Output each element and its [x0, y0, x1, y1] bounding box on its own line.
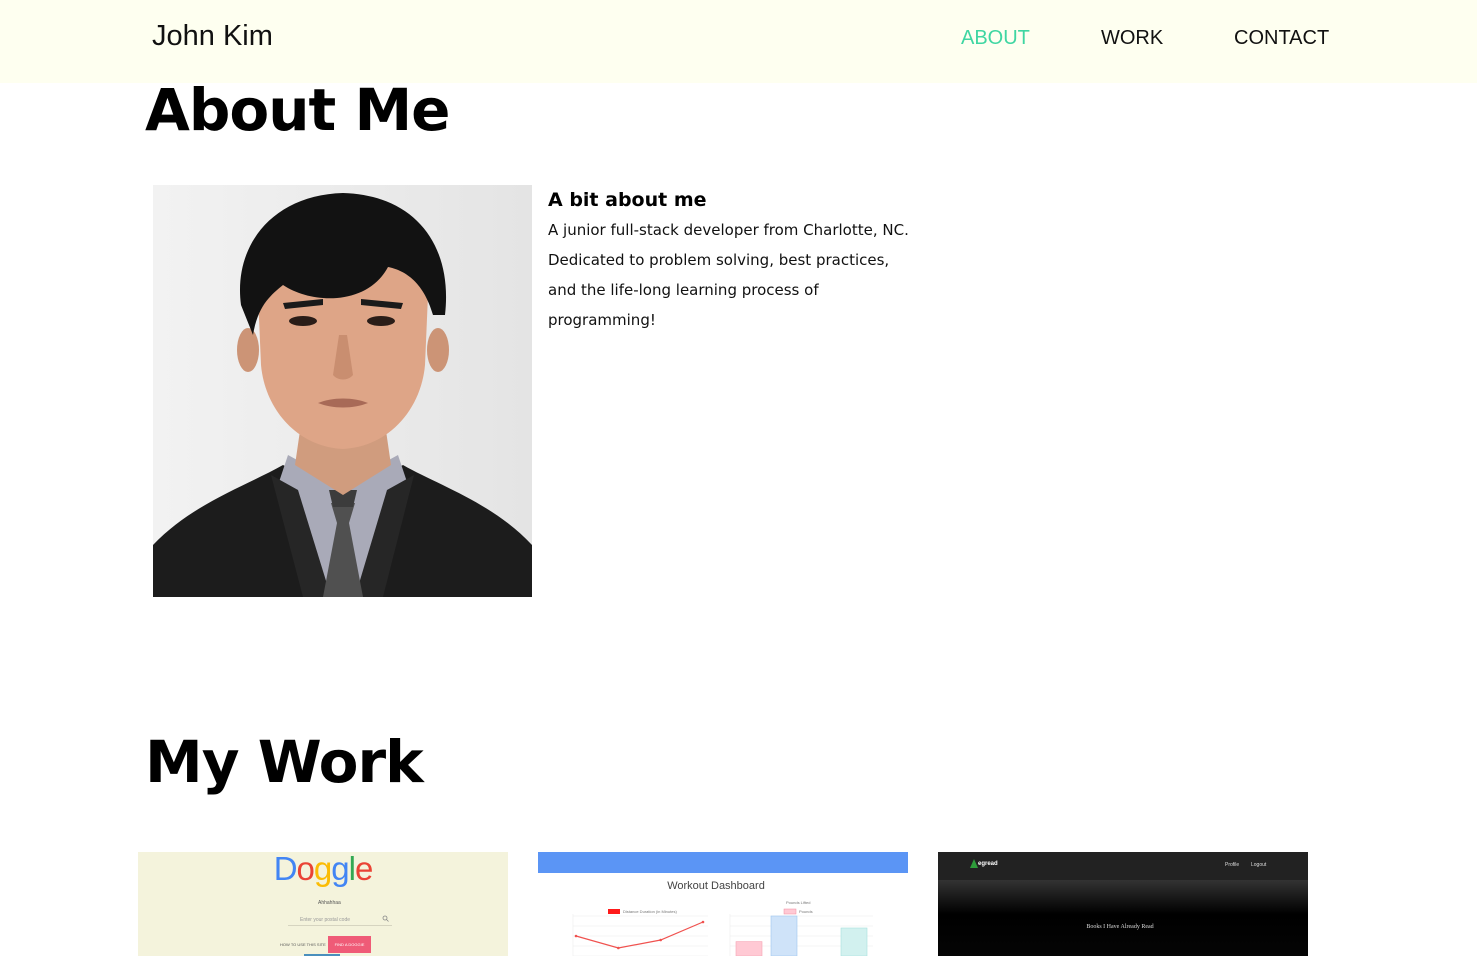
line-point: [701, 920, 705, 924]
profile-portrait: [153, 185, 532, 597]
project-card-doggle[interactable]: Doggle Ahhahhaa Enter your postal code H…: [138, 852, 508, 956]
line-point: [617, 946, 620, 950]
tree-icon: [970, 859, 978, 868]
bar-legend-label: Pounds: [799, 909, 813, 914]
project-card-egread[interactable]: egread Profile Logout Books I Have Alrea…: [938, 852, 1308, 956]
line-point: [574, 934, 578, 938]
line-chart: [574, 920, 705, 950]
doggle-logo-letter: D: [273, 852, 298, 887]
navbar: John Kim ABOUT WORK CONTACT: [0, 0, 1477, 83]
doggle-logo-letter: e: [354, 852, 373, 887]
egread-hero: [938, 880, 1308, 956]
doggle-logo: Doggle: [138, 852, 508, 886]
doggle-help-link[interactable]: HOW TO USE THIS SITE: [280, 942, 326, 947]
about-section-title: About Me: [145, 76, 451, 144]
egread-profile-link[interactable]: Profile: [1225, 862, 1239, 868]
search-icon: [382, 915, 389, 922]
bar: [770, 915, 798, 956]
bio-heading: A bit about me: [548, 189, 707, 211]
bar-legend-swatch: [783, 908, 797, 915]
workout-dashboard-charts: Distance Duration (in Minutes) Pounds Li…: [572, 900, 873, 956]
doggle-find-button[interactable]: FIND A DOGGIE: [328, 936, 371, 953]
nav-link-contact[interactable]: CONTACT: [1234, 27, 1329, 50]
nav-link-work[interactable]: WORK: [1101, 27, 1163, 50]
bar-chart-title: Pounds Lifted: [786, 900, 810, 905]
line-legend-label: Distance Duration (in Minutes): [623, 909, 677, 914]
doggle-logo-letter: g: [313, 852, 332, 887]
line-point: [659, 938, 662, 942]
doggle-subtitle: Ahhahhaa: [318, 900, 341, 906]
egread-brand: egread: [978, 861, 998, 867]
bio-text: A junior full-stack developer from Charl…: [548, 221, 909, 329]
bar: [735, 941, 763, 956]
project-card-workout-dashboard[interactable]: Workout Dashboard Distance Duration (in …: [538, 852, 908, 956]
nav-link-about[interactable]: ABOUT: [961, 27, 1030, 50]
portrait-illustration: [153, 185, 532, 597]
brand-logo[interactable]: John Kim: [152, 20, 273, 53]
doggle-search-input[interactable]: Enter your postal code: [288, 914, 392, 926]
doggle-logo-letter: g: [331, 852, 349, 887]
doggle-input-placeholder: Enter your postal code: [300, 917, 351, 923]
egread-page-heading: Books I Have Already Read: [1086, 924, 1154, 930]
doggle-logo-letter: o: [296, 852, 315, 887]
line-chart-grid: [572, 914, 708, 956]
doggle-logo-letters: Doggle: [273, 852, 374, 887]
egread-logout-link[interactable]: Logout: [1251, 862, 1266, 868]
line-legend-swatch: [608, 909, 620, 914]
work-section-title: My Work: [145, 728, 424, 796]
bar: [840, 927, 868, 956]
